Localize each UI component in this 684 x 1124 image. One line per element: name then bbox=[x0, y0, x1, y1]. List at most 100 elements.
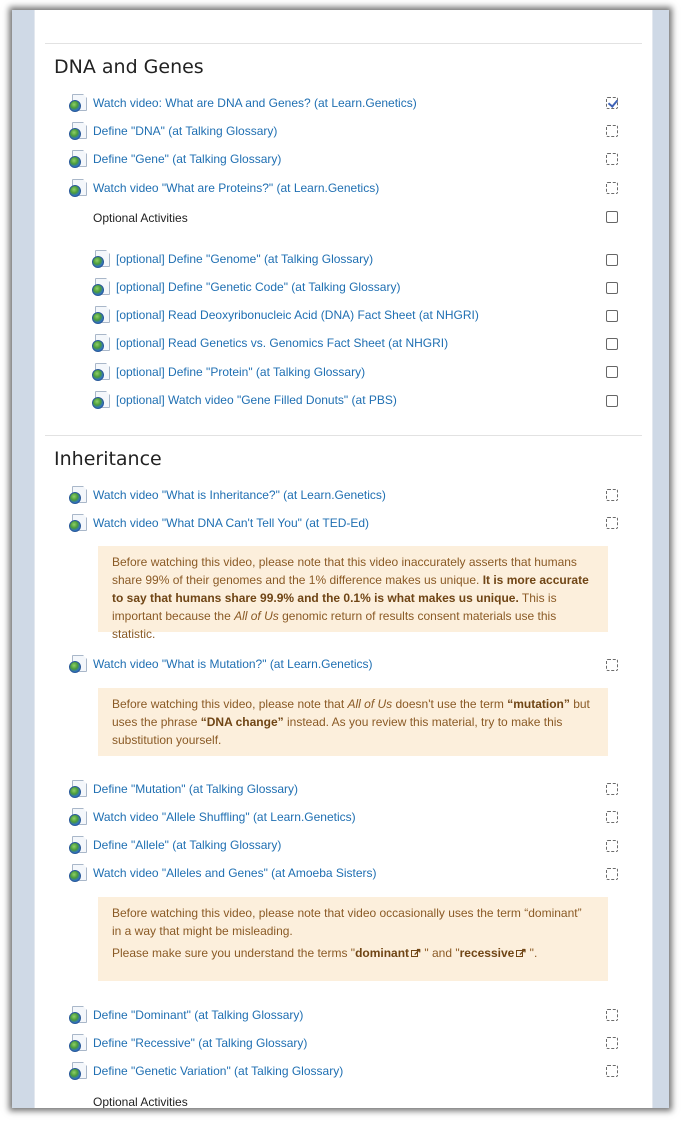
url-globe-icon bbox=[92, 363, 110, 381]
completion-checkbox-manual[interactable] bbox=[606, 282, 618, 294]
activity-link[interactable]: Define "Genetic Variation" (at Talking G… bbox=[93, 1064, 343, 1078]
completion-checkbox-manual[interactable] bbox=[606, 338, 618, 350]
optional-activity-row[interactable]: [optional] Define "Genetic Code" (at Tal… bbox=[92, 276, 400, 298]
section-title-inheritance: Inheritance bbox=[54, 448, 162, 470]
external-link-icon bbox=[516, 944, 527, 962]
activity-link[interactable]: [optional] Define "Protein" (at Talking … bbox=[116, 365, 365, 379]
activity-link[interactable]: Define "Mutation" (at Talking Glossary) bbox=[93, 782, 298, 796]
completion-checkbox-manual[interactable] bbox=[606, 310, 618, 322]
activity-link[interactable]: [optional] Define "Genome" (at Talking G… bbox=[116, 252, 373, 266]
completion-checkbox-manual[interactable] bbox=[606, 395, 618, 407]
url-globe-icon bbox=[69, 122, 87, 140]
completion-checkbox[interactable] bbox=[606, 489, 618, 501]
activity-link[interactable]: [optional] Read Deoxyribonucleic Acid (D… bbox=[116, 308, 479, 322]
note-term: “mutation” bbox=[507, 697, 570, 711]
completion-checkbox-manual[interactable] bbox=[606, 254, 618, 266]
url-globe-icon bbox=[92, 278, 110, 296]
activity-link[interactable]: [optional] Watch video "Gene Filled Donu… bbox=[116, 393, 397, 407]
term-link-dominant[interactable]: dominant bbox=[355, 944, 421, 962]
note-program-name: All of Us bbox=[234, 609, 279, 623]
section-divider bbox=[45, 43, 642, 44]
activity-link[interactable]: Watch video "What are Proteins?" (at Lea… bbox=[93, 181, 379, 195]
url-globe-icon bbox=[92, 250, 110, 268]
activity-row[interactable]: Watch video: What are DNA and Genes? (at… bbox=[69, 92, 417, 114]
activity-row[interactable]: Watch video "What are Proteins?" (at Lea… bbox=[69, 177, 379, 199]
section-title-dna-and-genes: DNA and Genes bbox=[54, 56, 204, 78]
activity-row[interactable]: Define "Gene" (at Talking Glossary) bbox=[69, 148, 281, 170]
note-text: Please make sure you understand the term… bbox=[112, 946, 356, 960]
term-link-recessive[interactable]: recessive bbox=[460, 944, 527, 962]
completion-checkbox[interactable] bbox=[606, 1009, 618, 1021]
term-link-label[interactable]: dominant bbox=[355, 946, 409, 960]
completion-checkbox[interactable] bbox=[606, 868, 618, 880]
optional-activity-row[interactable]: [optional] Define "Genome" (at Talking G… bbox=[92, 248, 373, 270]
activity-link[interactable]: Define "Allele" (at Talking Glossary) bbox=[93, 838, 281, 852]
url-globe-icon bbox=[69, 836, 87, 854]
url-globe-icon bbox=[69, 655, 87, 673]
activity-link[interactable]: Define "Dominant" (at Talking Glossary) bbox=[93, 1008, 303, 1022]
completion-checkbox[interactable] bbox=[606, 182, 618, 194]
url-globe-icon bbox=[92, 391, 110, 409]
completion-checkbox[interactable] bbox=[606, 811, 618, 823]
activity-row[interactable]: Watch video "Allele Shuffling" (at Learn… bbox=[69, 806, 356, 828]
activity-row[interactable]: Watch video "What is Mutation?" (at Lear… bbox=[69, 653, 373, 675]
completion-checkbox[interactable] bbox=[606, 1065, 618, 1077]
activity-link[interactable]: Watch video "What is Mutation?" (at Lear… bbox=[93, 657, 373, 671]
url-globe-icon bbox=[69, 808, 87, 826]
note-text: doesn't use the term bbox=[392, 697, 508, 711]
note-program-name: All of Us bbox=[347, 697, 393, 711]
optional-activity-row[interactable]: [optional] Read Deoxyribonucleic Acid (D… bbox=[92, 304, 479, 326]
activity-row[interactable]: Define "Recessive" (at Talking Glossary) bbox=[69, 1032, 307, 1054]
activity-row[interactable]: Watch video "What DNA Can't Tell You" (a… bbox=[69, 512, 369, 534]
activity-row[interactable]: Define "DNA" (at Talking Glossary) bbox=[69, 120, 277, 142]
activity-link[interactable]: [optional] Define "Genetic Code" (at Tal… bbox=[116, 280, 400, 294]
external-link-icon bbox=[411, 944, 421, 962]
activity-row[interactable]: Define "Mutation" (at Talking Glossary) bbox=[69, 778, 298, 800]
optional-activity-row[interactable]: [optional] Read Genetics vs. Genomics Fa… bbox=[92, 332, 448, 354]
url-globe-icon bbox=[69, 179, 87, 197]
completion-checkbox-manual[interactable] bbox=[606, 366, 618, 378]
completion-checkbox[interactable] bbox=[606, 153, 618, 165]
activity-note-alleles: Before watching this video, please note … bbox=[98, 897, 608, 981]
activity-link[interactable]: Watch video "What DNA Can't Tell You" (a… bbox=[93, 516, 369, 530]
optional-activities-label: Optional Activities bbox=[93, 1095, 188, 1108]
activity-row[interactable]: Watch video "What is Inheritance?" (at L… bbox=[69, 484, 386, 506]
note-text: " and " bbox=[421, 946, 460, 960]
activity-link[interactable]: [optional] Read Genetics vs. Genomics Fa… bbox=[116, 336, 448, 350]
completion-checkbox[interactable] bbox=[606, 659, 618, 671]
completion-checkbox-manual[interactable] bbox=[606, 211, 618, 223]
activity-row[interactable]: Watch video "Alleles and Genes" (at Amoe… bbox=[69, 862, 377, 884]
url-globe-icon bbox=[69, 514, 87, 532]
completion-checkbox[interactable] bbox=[606, 783, 618, 795]
activity-link[interactable]: Watch video "Alleles and Genes" (at Amoe… bbox=[93, 866, 377, 880]
url-globe-icon bbox=[69, 150, 87, 168]
note-text: ". bbox=[526, 946, 538, 960]
url-globe-icon bbox=[69, 486, 87, 504]
url-globe-icon bbox=[69, 94, 87, 112]
completion-checkbox[interactable] bbox=[606, 1037, 618, 1049]
completion-checkbox[interactable] bbox=[606, 125, 618, 137]
url-globe-icon bbox=[69, 1006, 87, 1024]
note-text: Before watching this video, please note … bbox=[112, 906, 582, 938]
activity-link[interactable]: Watch video "Allele Shuffling" (at Learn… bbox=[93, 810, 356, 824]
activity-row[interactable]: Define "Genetic Variation" (at Talking G… bbox=[69, 1060, 343, 1082]
activity-note-ted: Before watching this video, please note … bbox=[98, 546, 608, 641]
optional-activities-label: Optional Activities bbox=[93, 211, 188, 225]
completion-checkbox[interactable] bbox=[606, 517, 618, 529]
optional-activity-row[interactable]: [optional] Define "Protein" (at Talking … bbox=[92, 361, 365, 383]
note-term: “DNA change” bbox=[200, 715, 284, 729]
activity-link[interactable]: Watch video "What is Inheritance?" (at L… bbox=[93, 488, 386, 502]
activity-link[interactable]: Watch video: What are DNA and Genes? (at… bbox=[93, 96, 417, 110]
url-globe-icon bbox=[92, 306, 110, 324]
optional-activity-row[interactable]: [optional] Watch video "Gene Filled Donu… bbox=[92, 389, 397, 411]
activity-row[interactable]: Define "Allele" (at Talking Glossary) bbox=[69, 834, 281, 856]
term-link-label[interactable]: recessive bbox=[460, 946, 515, 960]
completion-checkbox[interactable] bbox=[606, 840, 618, 852]
activity-link[interactable]: Define "Recessive" (at Talking Glossary) bbox=[93, 1036, 307, 1050]
activity-link[interactable]: Define "Gene" (at Talking Glossary) bbox=[93, 152, 281, 166]
activity-link[interactable]: Define "DNA" (at Talking Glossary) bbox=[93, 124, 277, 138]
section-divider bbox=[45, 435, 642, 436]
activity-row[interactable]: Define "Dominant" (at Talking Glossary) bbox=[69, 1004, 303, 1026]
url-globe-icon bbox=[69, 864, 87, 882]
completion-checkbox-checked[interactable] bbox=[606, 97, 619, 109]
